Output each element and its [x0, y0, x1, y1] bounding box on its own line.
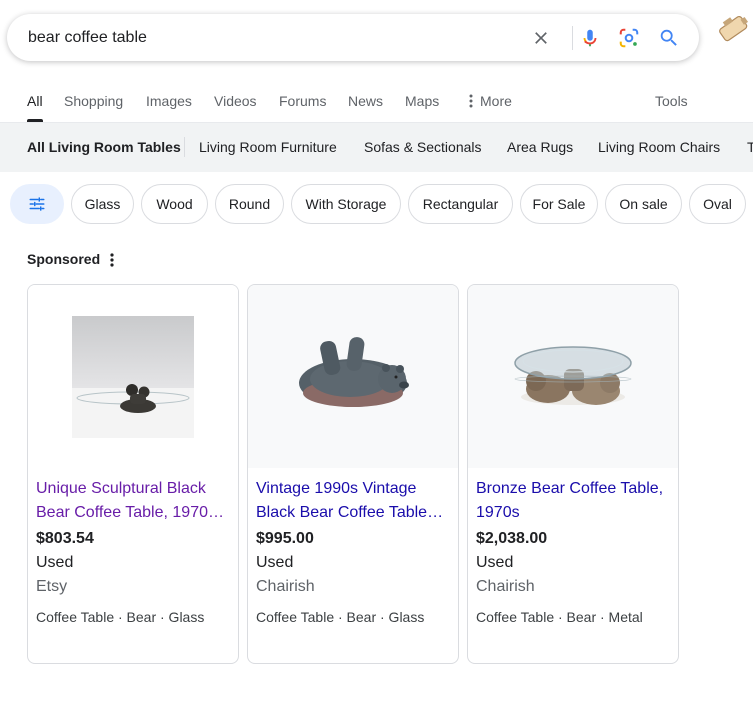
chip-glass[interactable]: Glass [71, 184, 134, 224]
tab-more-label: More [480, 93, 512, 109]
tab-forums[interactable]: Forums [279, 93, 326, 109]
tab-more[interactable]: More [466, 93, 512, 109]
product-card[interactable]: Bronze Bear Coffee Table, 1970s $2,038.0… [467, 284, 679, 664]
product-seller: Chairish [256, 578, 315, 595]
category-area-rugs[interactable]: Area Rugs [507, 139, 573, 155]
avatar[interactable] [714, 8, 753, 48]
tab-videos[interactable]: Videos [214, 93, 257, 109]
category-living-room-chairs[interactable]: Living Room Chairs [598, 139, 720, 155]
sponsored-label: Sponsored [27, 251, 101, 267]
ad-info-button[interactable] [104, 250, 120, 270]
product-image [28, 285, 238, 468]
product-card[interactable]: Vintage 1990s Vintage Black Bear Coffee … [247, 284, 459, 664]
category-sofas-sectionals[interactable]: Sofas & Sectionals [364, 139, 482, 155]
tab-news[interactable]: News [348, 93, 383, 109]
tools-button[interactable]: Tools [655, 93, 688, 109]
product-price: $803.54 [36, 530, 94, 547]
tab-maps[interactable]: Maps [405, 93, 439, 109]
vertical-dots-icon [469, 94, 473, 108]
chip-on-sale[interactable]: On sale [605, 184, 682, 224]
product-price: $2,038.00 [476, 530, 548, 547]
microphone-icon[interactable] [578, 26, 602, 50]
category-bar: All Living Room Tables Living Room Furni… [0, 123, 753, 172]
search-divider [572, 26, 573, 50]
search-icon[interactable] [657, 26, 681, 50]
category-living-room-furniture[interactable]: Living Room Furniture [199, 139, 337, 155]
search-bar [7, 14, 699, 61]
product-price: $995.00 [256, 530, 314, 547]
close-icon[interactable] [529, 26, 553, 50]
product-tags: Coffee Table · Bear · Glass [36, 609, 205, 625]
chip-round[interactable]: Round [215, 184, 284, 224]
chip-rectangular[interactable]: Rectangular [408, 184, 513, 224]
tab-shopping[interactable]: Shopping [64, 93, 123, 109]
product-card[interactable]: Unique Sculptural Black Bear Coffee Tabl… [27, 284, 239, 664]
sliders-icon [29, 197, 45, 211]
product-title[interactable]: Bronze Bear Coffee Table, 1970s [476, 477, 671, 525]
product-condition: Used [256, 554, 294, 571]
chip-oval[interactable]: Oval [689, 184, 746, 224]
search-input[interactable] [28, 27, 508, 49]
product-image [248, 285, 458, 468]
category-truncated[interactable]: T [747, 139, 753, 155]
category-divider [184, 137, 185, 157]
product-title[interactable]: Unique Sculptural Black Bear Coffee Tabl… [36, 477, 231, 525]
product-seller: Etsy [36, 578, 68, 595]
tab-all[interactable]: All [27, 93, 43, 109]
chip-wood[interactable]: Wood [141, 184, 208, 224]
filter-button[interactable] [10, 184, 64, 224]
vertical-dots-icon [110, 253, 114, 267]
chip-for-sale[interactable]: For Sale [520, 184, 598, 224]
product-seller: Chairish [476, 578, 535, 595]
chip-with-storage[interactable]: With Storage [291, 184, 401, 224]
category-all-living-room-tables[interactable]: All Living Room Tables [27, 139, 181, 155]
product-tags: Coffee Table · Bear · Metal [476, 609, 643, 625]
product-image [468, 285, 678, 468]
product-condition: Used [476, 554, 514, 571]
tab-images[interactable]: Images [146, 93, 192, 109]
product-condition: Used [36, 554, 74, 571]
product-title[interactable]: Vintage 1990s Vintage Black Bear Coffee … [256, 477, 451, 525]
product-tags: Coffee Table · Bear · Glass [256, 609, 425, 625]
google-lens-icon[interactable] [617, 26, 641, 50]
